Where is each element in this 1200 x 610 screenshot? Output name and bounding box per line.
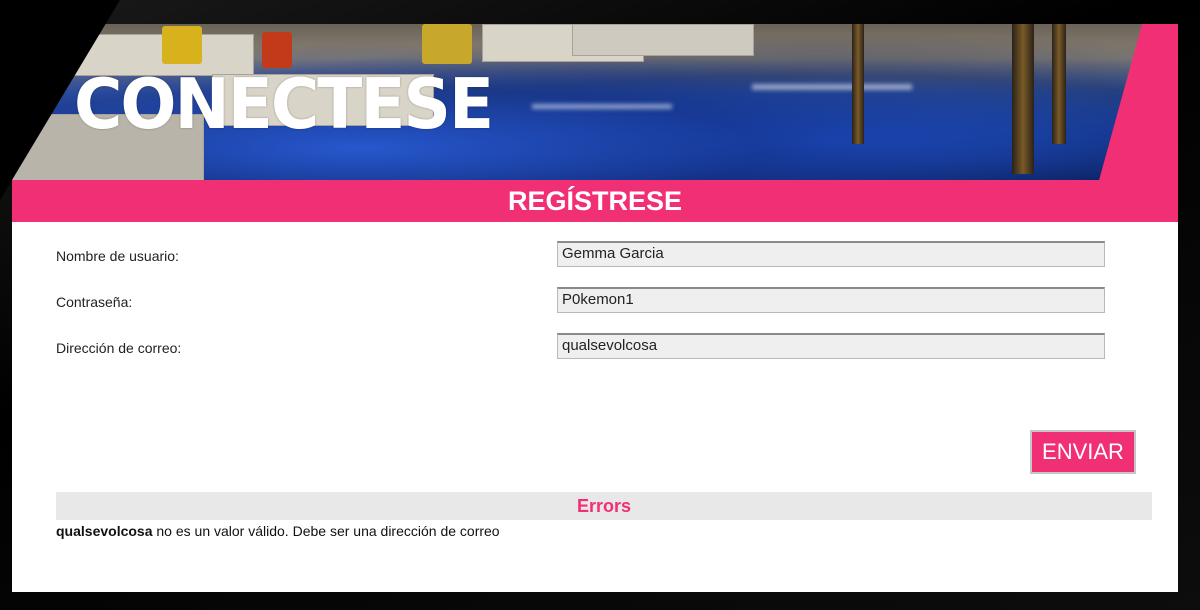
cushion <box>262 32 292 68</box>
error-text: no es un valor válido. Debe ser una dire… <box>152 523 500 539</box>
error-message: qualsevolcosa no es un valor válido. Deb… <box>56 523 500 539</box>
lounge-chair <box>572 24 754 56</box>
banner-title: CONECTESE <box>74 64 494 145</box>
registration-panel: REGÍSTRESE Nombre de usuario: Gemma Garc… <box>12 180 1178 592</box>
username-label: Nombre de usuario: <box>56 248 179 264</box>
cushion <box>162 26 202 64</box>
username-field[interactable]: Gemma Garcia <box>557 241 1105 267</box>
pillar <box>1052 24 1066 144</box>
cushion <box>422 24 472 64</box>
submit-button[interactable]: ENVIAR <box>1030 430 1136 474</box>
banner-image: CONECTESE <box>12 24 1170 180</box>
light-reflection <box>532 104 672 109</box>
error-value: qualsevolcosa <box>56 523 153 539</box>
password-label: Contraseña: <box>56 294 133 310</box>
light-reflection <box>752 84 912 90</box>
password-field[interactable]: P0kemon1 <box>557 287 1105 313</box>
email-label: Dirección de correo: <box>56 340 182 356</box>
heading-bar: REGÍSTRESE <box>12 180 1178 222</box>
form-heading: REGÍSTRESE <box>507 186 683 216</box>
pillar <box>1012 24 1034 174</box>
pillar <box>852 24 864 144</box>
email-field[interactable]: qualsevolcosa <box>557 333 1105 359</box>
errors-title: Errors <box>576 496 632 516</box>
errors-header: Errors <box>56 492 1152 520</box>
